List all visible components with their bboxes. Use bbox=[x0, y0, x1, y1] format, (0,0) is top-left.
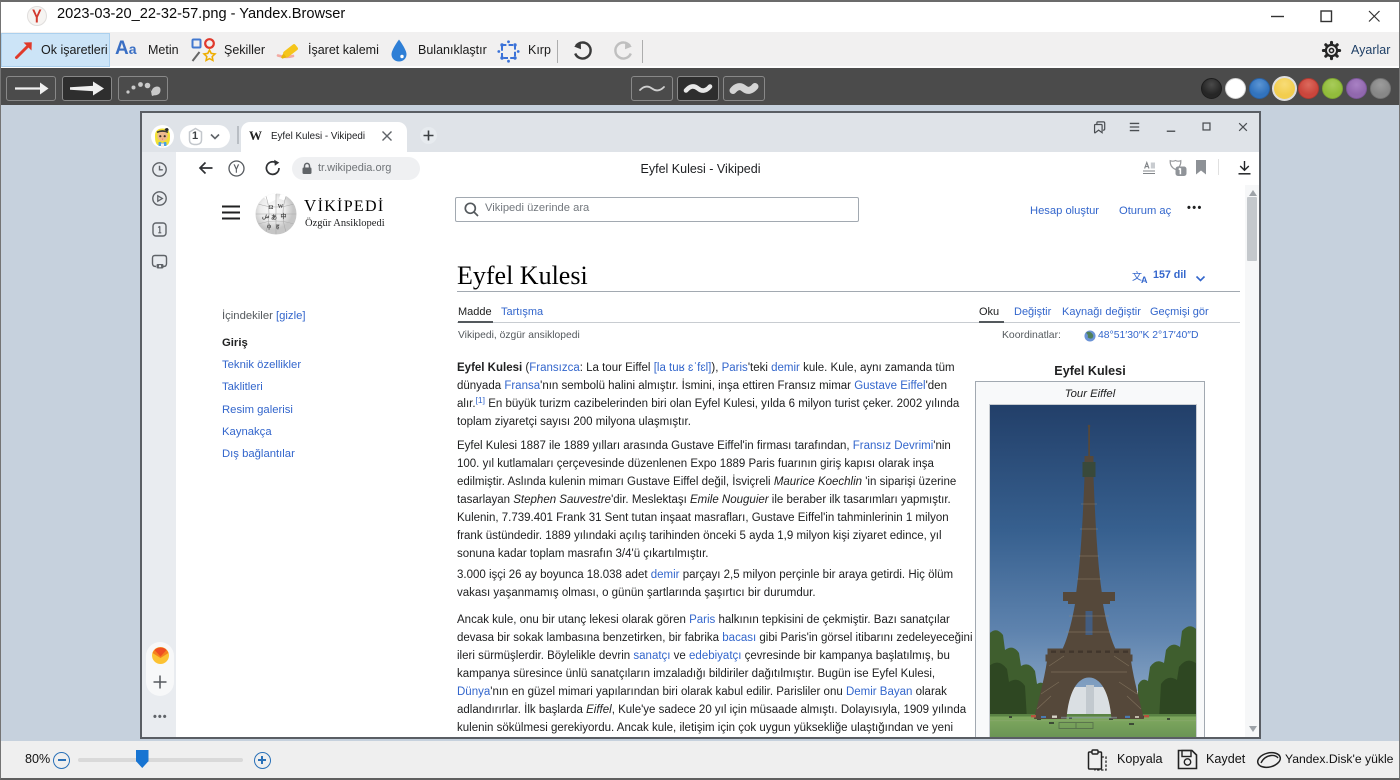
svg-text:Ω: Ω bbox=[269, 205, 274, 211]
svg-text:あ: あ bbox=[271, 214, 277, 222]
svg-text:W: W bbox=[278, 204, 284, 210]
svg-text:ф: ф bbox=[267, 223, 271, 230]
svg-text:ش: ش bbox=[262, 214, 269, 220]
svg-text:A: A bbox=[1141, 275, 1148, 284]
svg-text:中: 中 bbox=[281, 213, 287, 221]
